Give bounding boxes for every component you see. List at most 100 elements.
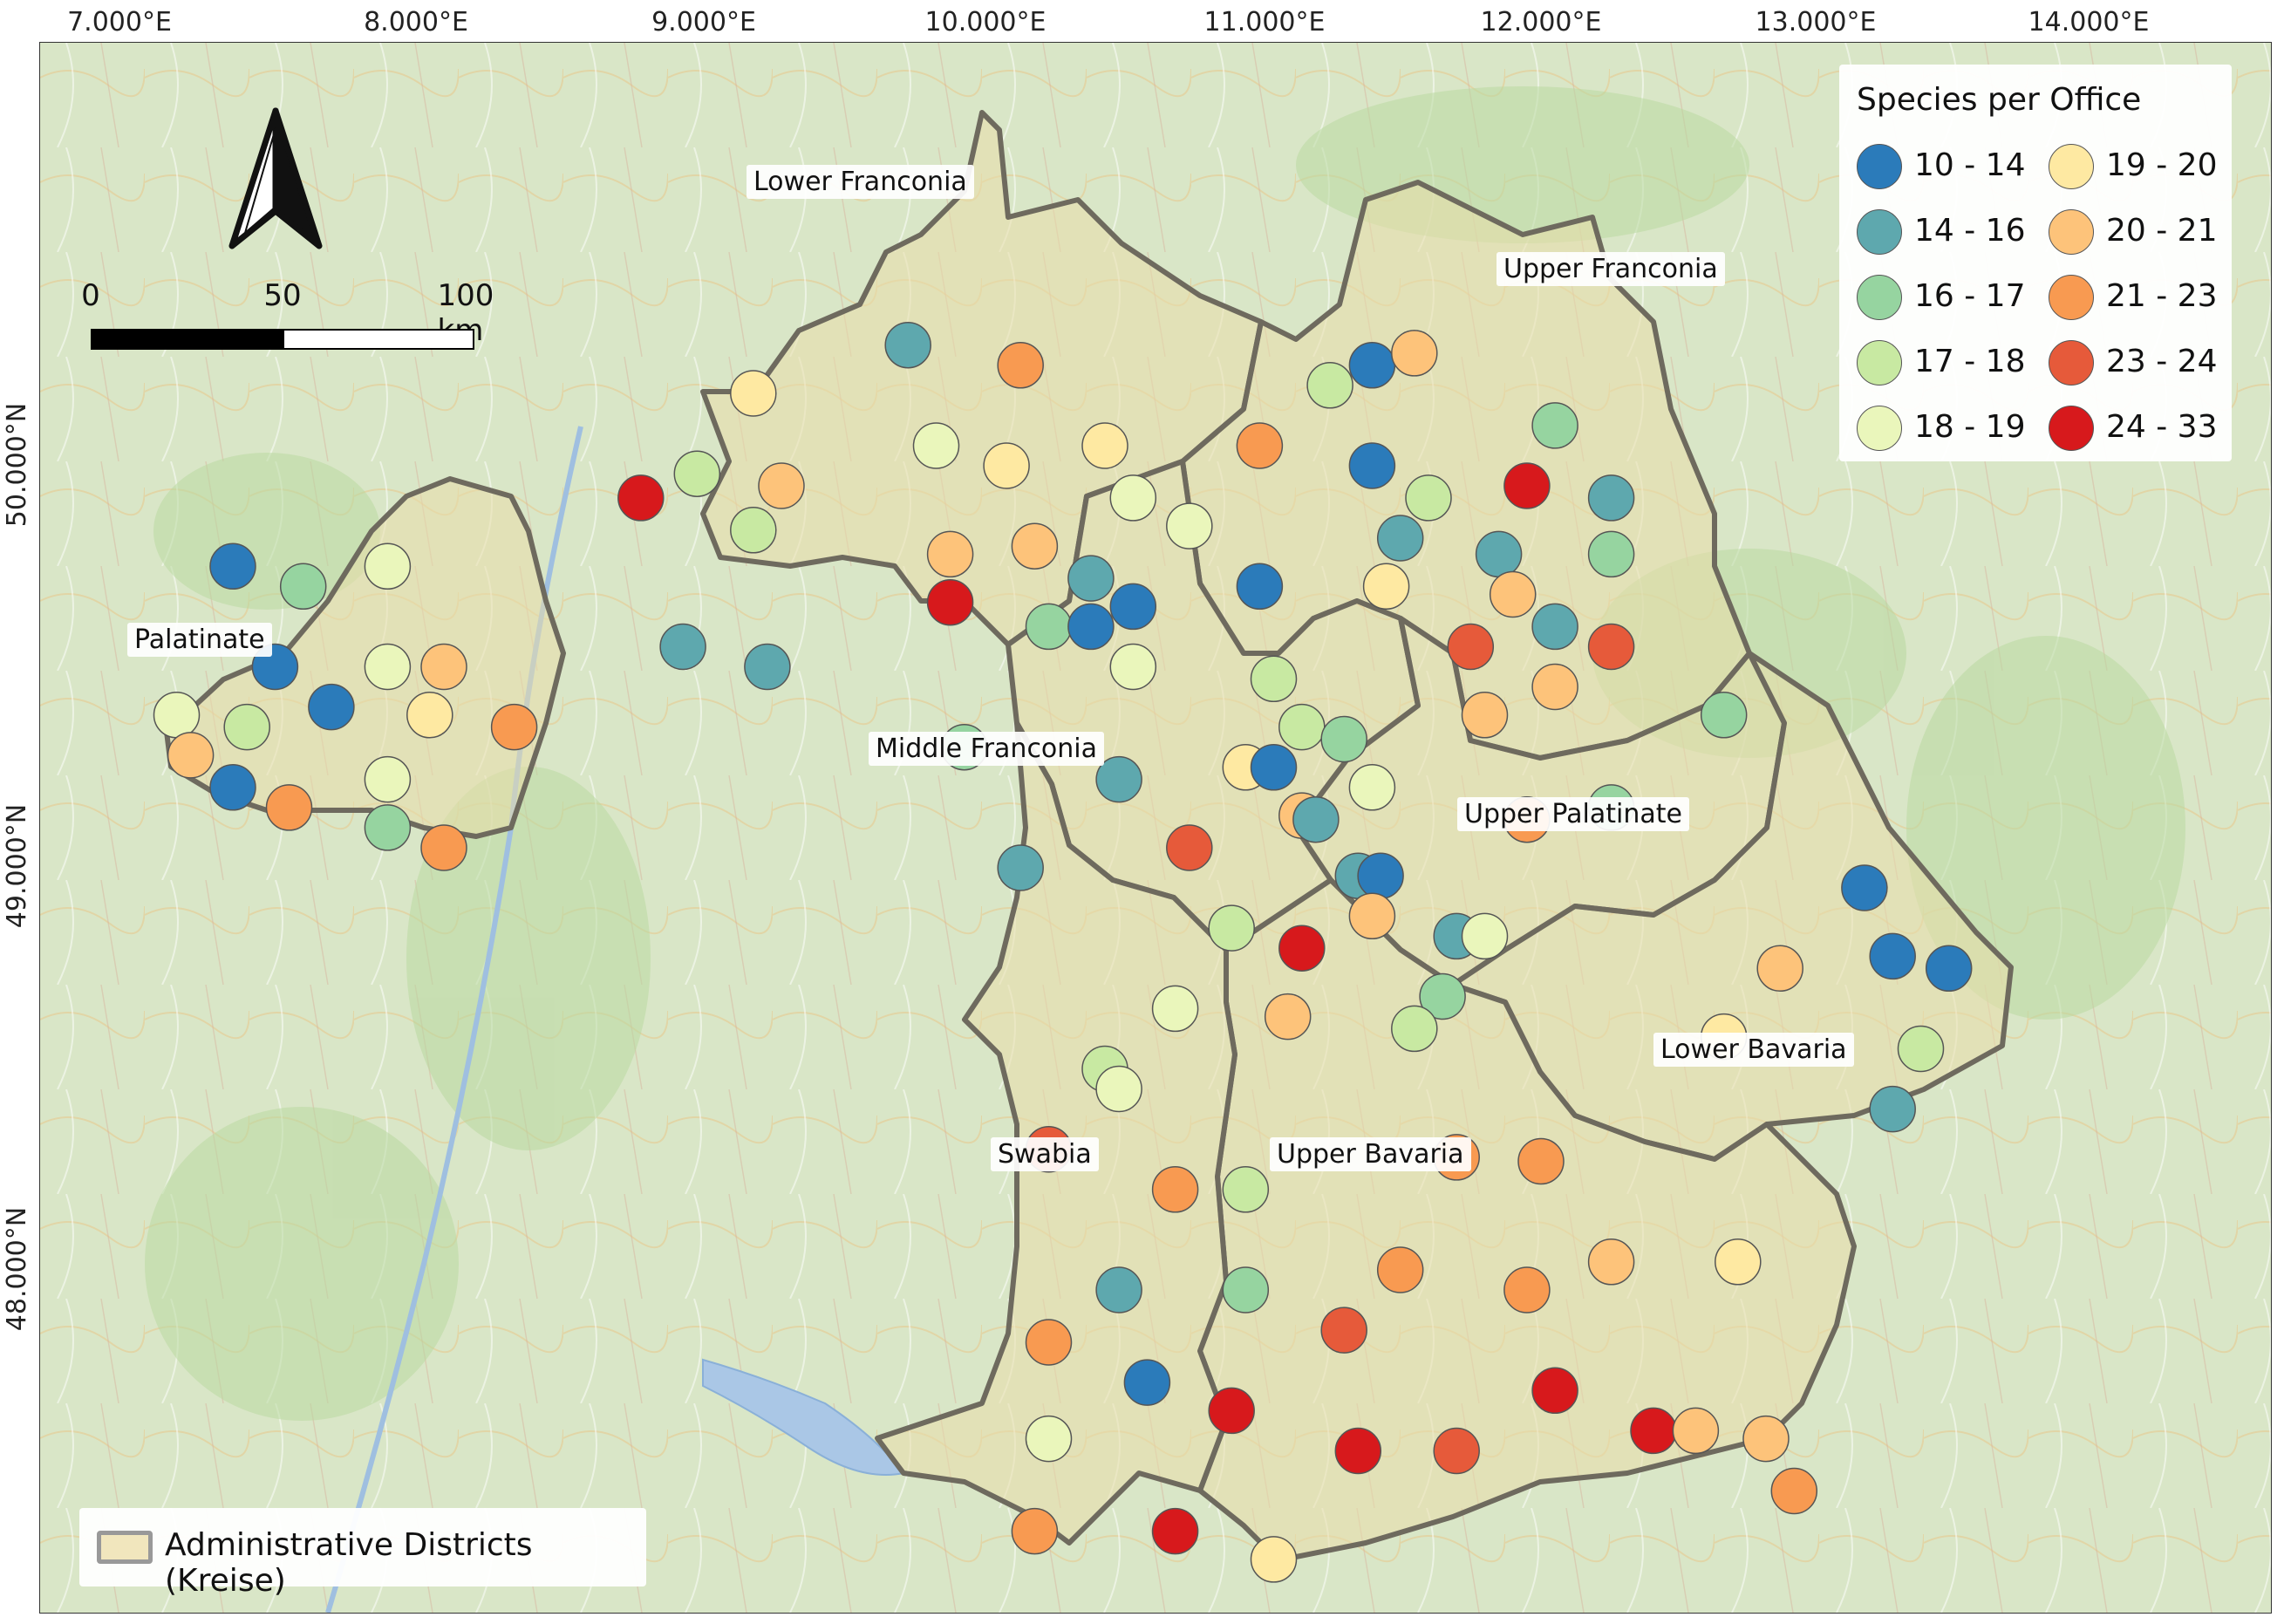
office-marker[interactable] bbox=[1025, 1319, 1073, 1366]
map-frame[interactable]: Lower Franconia Upper Franconia Palatina… bbox=[39, 42, 2272, 1614]
office-marker[interactable] bbox=[1011, 522, 1059, 570]
office-marker[interactable] bbox=[223, 703, 270, 751]
office-marker[interactable] bbox=[1222, 1166, 1270, 1213]
office-marker[interactable] bbox=[1405, 474, 1452, 522]
office-marker[interactable] bbox=[1672, 1407, 1720, 1455]
office-marker[interactable] bbox=[730, 370, 777, 417]
office-marker[interactable] bbox=[1925, 945, 1973, 993]
office-marker[interactable] bbox=[490, 703, 538, 751]
office-marker[interactable] bbox=[1250, 1536, 1298, 1583]
office-marker[interactable] bbox=[1166, 824, 1213, 871]
office-marker[interactable] bbox=[1897, 1025, 1945, 1073]
office-marker[interactable] bbox=[617, 474, 665, 522]
office-marker[interactable] bbox=[1222, 1266, 1270, 1314]
office-marker[interactable] bbox=[1489, 570, 1537, 618]
office-marker[interactable] bbox=[153, 692, 201, 739]
office-marker[interactable] bbox=[1250, 744, 1298, 791]
office-marker[interactable] bbox=[1391, 330, 1438, 377]
office-marker[interactable] bbox=[1109, 583, 1157, 631]
office-marker[interactable] bbox=[406, 692, 453, 739]
office-marker[interactable] bbox=[1756, 945, 1803, 993]
office-marker[interactable] bbox=[209, 542, 256, 590]
office-marker[interactable] bbox=[1348, 342, 1396, 389]
office-marker[interactable] bbox=[1208, 904, 1255, 952]
office-marker[interactable] bbox=[1770, 1467, 1818, 1515]
office-marker[interactable] bbox=[1587, 1238, 1635, 1286]
office-marker[interactable] bbox=[1109, 643, 1157, 691]
office-marker[interactable] bbox=[364, 643, 412, 691]
office-marker[interactable] bbox=[1531, 663, 1578, 711]
office-marker[interactable] bbox=[1264, 993, 1312, 1041]
office-marker[interactable] bbox=[1461, 912, 1509, 960]
office-marker[interactable] bbox=[926, 530, 974, 578]
office-marker[interactable] bbox=[1151, 1507, 1199, 1555]
office-marker[interactable] bbox=[1067, 555, 1115, 602]
office-marker[interactable] bbox=[420, 643, 467, 691]
office-marker[interactable] bbox=[1630, 1407, 1677, 1455]
office-marker[interactable] bbox=[1081, 422, 1128, 469]
office-marker[interactable] bbox=[1531, 402, 1578, 449]
office-marker[interactable] bbox=[1376, 515, 1424, 562]
office-marker[interactable] bbox=[659, 623, 706, 671]
office-marker[interactable] bbox=[1357, 852, 1404, 899]
office-marker[interactable] bbox=[1503, 1266, 1551, 1314]
office-marker[interactable] bbox=[997, 844, 1044, 891]
office-marker[interactable] bbox=[730, 507, 777, 554]
office-marker[interactable] bbox=[1320, 715, 1367, 763]
office-marker[interactable] bbox=[1475, 530, 1523, 578]
office-marker[interactable] bbox=[1447, 623, 1495, 671]
office-marker[interactable] bbox=[1503, 462, 1551, 509]
office-marker[interactable] bbox=[1151, 985, 1199, 1033]
office-marker[interactable] bbox=[1292, 795, 1340, 843]
office-marker[interactable] bbox=[912, 422, 960, 469]
office-marker[interactable] bbox=[308, 683, 355, 731]
office-marker[interactable] bbox=[1123, 1359, 1171, 1406]
office-marker[interactable] bbox=[209, 764, 256, 811]
office-marker[interactable] bbox=[1348, 764, 1396, 811]
office-marker[interactable] bbox=[1742, 1415, 1790, 1463]
office-marker[interactable] bbox=[1348, 892, 1396, 940]
office-marker[interactable] bbox=[1587, 530, 1635, 578]
office-marker[interactable] bbox=[1869, 1085, 1916, 1133]
office-marker[interactable] bbox=[997, 342, 1044, 389]
office-marker[interactable] bbox=[1278, 703, 1326, 751]
office-marker[interactable] bbox=[1433, 1427, 1480, 1475]
office-marker[interactable] bbox=[1531, 1367, 1578, 1415]
office-marker[interactable] bbox=[1208, 1387, 1255, 1435]
office-marker[interactable] bbox=[279, 563, 327, 611]
office-marker[interactable] bbox=[758, 462, 805, 509]
office-marker[interactable] bbox=[364, 542, 412, 590]
office-marker[interactable] bbox=[1025, 603, 1073, 651]
office-marker[interactable] bbox=[1067, 603, 1115, 651]
office-marker[interactable] bbox=[1869, 932, 1916, 980]
office-marker[interactable] bbox=[1166, 502, 1213, 549]
office-marker[interactable] bbox=[364, 755, 412, 803]
office-marker[interactable] bbox=[1461, 692, 1509, 739]
office-marker[interactable] bbox=[1391, 1005, 1438, 1053]
office-marker[interactable] bbox=[1306, 362, 1353, 409]
office-marker[interactable] bbox=[1517, 1137, 1565, 1185]
office-marker[interactable] bbox=[983, 442, 1030, 489]
office-marker[interactable] bbox=[1348, 442, 1396, 489]
office-marker[interactable] bbox=[1841, 864, 1888, 911]
office-marker[interactable] bbox=[1109, 474, 1157, 522]
office-marker[interactable] bbox=[1587, 623, 1635, 671]
office-marker[interactable] bbox=[1715, 1238, 1762, 1286]
office-marker[interactable] bbox=[1250, 655, 1298, 703]
office-marker[interactable] bbox=[884, 321, 931, 369]
office-marker[interactable] bbox=[1236, 563, 1284, 611]
office-marker[interactable] bbox=[364, 804, 412, 851]
office-marker[interactable] bbox=[673, 450, 721, 497]
office-marker[interactable] bbox=[1095, 1266, 1142, 1314]
office-marker[interactable] bbox=[1151, 1166, 1199, 1213]
office-marker[interactable] bbox=[1587, 474, 1635, 522]
office-marker[interactable] bbox=[1531, 603, 1578, 651]
office-marker[interactable] bbox=[1095, 1065, 1142, 1113]
office-marker[interactable] bbox=[1011, 1507, 1059, 1555]
office-marker[interactable] bbox=[265, 784, 313, 831]
office-marker[interactable] bbox=[1376, 1246, 1424, 1293]
office-marker[interactable] bbox=[1700, 692, 1748, 739]
office-marker[interactable] bbox=[420, 824, 467, 871]
office-marker[interactable] bbox=[926, 578, 974, 626]
office-marker[interactable] bbox=[167, 732, 215, 779]
